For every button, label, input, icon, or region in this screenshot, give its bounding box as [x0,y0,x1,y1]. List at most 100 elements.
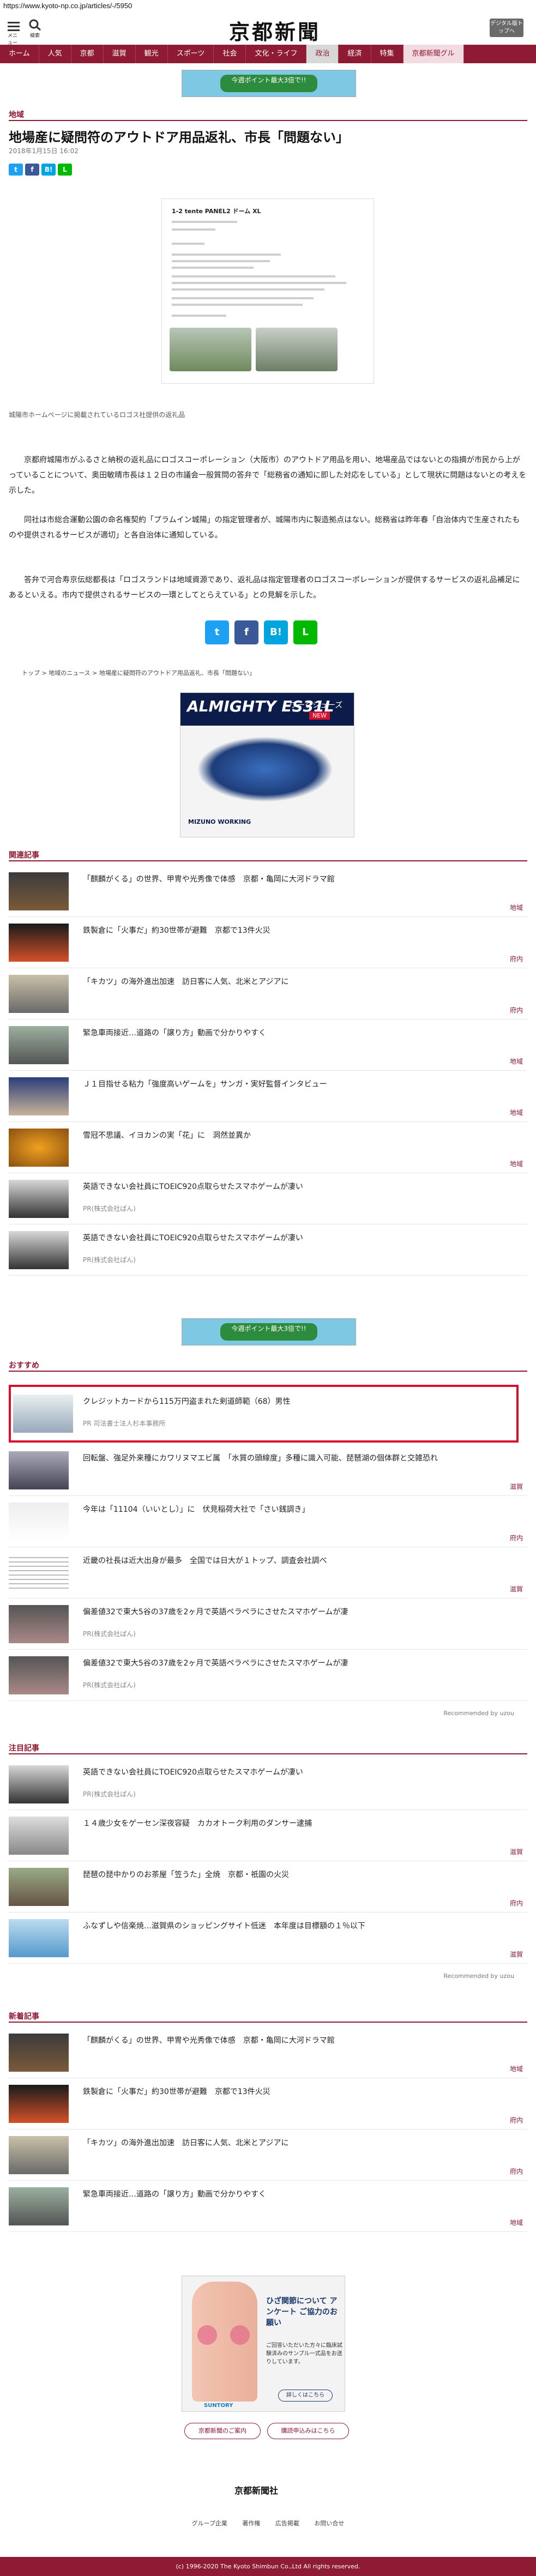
list-item[interactable]: 雪冠不思議、イヨカンの実「花」に 洞然並異か 地域 [9,1122,527,1173]
subscribe-button[interactable]: 購読申込みはこちら [267,2423,349,2439]
thumbnail [9,1919,69,1957]
ad-kana: ワークシューズ [290,701,343,710]
twitter-icon: t [214,626,220,638]
breadcrumb-current: 地場産に疑問符のアウトドア用品返礼、市長「問題ない」 [99,669,255,677]
nav-item[interactable]: 滋賀 [104,45,136,63]
copyright: (c) 1996-2020 The Kyoto Shimbun Co.,Ltd … [0,2557,536,2576]
nav-item[interactable]: 観光 [136,45,168,63]
share-twitter-small[interactable]: t [9,164,23,176]
list-item[interactable]: 英語できない会社員にTOEIC920点取らせたスマホゲームが凄い PR(株式会社… [9,1173,527,1224]
facebook-icon: f [244,626,249,638]
tent-photo [256,328,338,371]
footer-link[interactable]: 著作権 [242,2520,260,2527]
twitter-icon: t [14,166,17,173]
list-item[interactable]: ふなずしや信楽焼…滋賀県のショッピングサイト低迷 本年度は目標額の１％以下 滋賀 [9,1913,527,1964]
digital-top-button[interactable]: デジタル版トップへ [490,19,523,37]
thumbnail [9,924,69,962]
article-headline: 地場産に疑問符のアウトドア用品返礼、市長「問題ない」 [9,130,349,145]
list-item[interactable]: Ｊ１目指せる粘力「強度高いゲームを」サンガ・実好監督インタビュー 地域 [9,1071,527,1122]
thumbnail [9,872,69,910]
list-item[interactable]: 今年は「11104（いいとし）」に 伏見稲荷大社で「さい銭調き」 府内 [9,1496,527,1547]
ad-text: 今週ポイント最大3倍で!! [220,75,317,92]
footer-logo[interactable]: 京都新聞社 [234,2483,278,2496]
list-item[interactable]: 英語できない会社員にTOEIC920点取らせたスマホゲームが凄い PR(株式会社… [9,1224,527,1276]
main-nav: ホーム 人気 京都 滋賀 観光 スポーツ 社会 文化・ライフ 政治 経済 特集 … [0,45,536,63]
list-item[interactable]: 「キカツ」の海外進出加速 訪日客に人気、北米とアジアに 府内 [9,2129,527,2181]
tent-photo [170,328,251,371]
breadcrumb: トップ > 地域のニュース > 地場産に疑問符のアウトドア用品返礼、市長「問題な… [22,669,255,677]
thumbnail [9,1451,69,1489]
search-label: 検索 [30,33,40,39]
footer-link[interactable]: お問い合せ [314,2520,344,2527]
list-item[interactable]: 「麒麟がくる」の世界、甲冑や光秀像で体感 京都・亀岡に大河ドラマ館 地域 [9,2027,527,2078]
shoe-image [197,737,333,802]
nav-item[interactable]: 京都 [71,45,104,63]
nav-item[interactable]: 人気 [39,45,71,63]
share-twitter-button[interactable]: t [205,620,229,644]
section-label: 地域 [9,111,24,119]
list-item[interactable]: クレジットカードから115万円盗まれた剣道師範（68）男性 PR 司法書士法人杉… [9,1388,527,1439]
article-image: 1-2 tente PANEL2 ドーム XL [161,198,374,384]
facebook-icon: f [31,166,34,173]
thumbnail [9,2187,69,2225]
breadcrumb-link[interactable]: トップ [22,669,40,677]
share-facebook-small[interactable]: f [25,164,39,176]
thumbnail [9,1231,69,1269]
nav-item[interactable]: ホーム [0,45,39,63]
menu-label: メニュー [8,33,18,46]
recommend-label: おすすめ [9,1361,39,1370]
list-item[interactable]: 鉄製倉に「火事だ」約30世帯が避難 京都で13件火災 府内 [9,917,527,968]
breadcrumb-link[interactable]: 地域のニュース [49,669,90,677]
list-item[interactable]: 「キカツ」の海外進出加速 訪日客に人気、北米とアジアに 府内 [9,968,527,1019]
thumbnail [9,1077,69,1115]
line-icon: L [302,626,309,638]
site-logo[interactable]: 京都新聞 [229,15,321,45]
article-paragraph: 同社は市総合運動公園の命名権契約「プラムイン城陽」の指定管理者が、城陽市内に製造… [9,516,520,540]
nav-item[interactable]: 経済 [339,45,371,63]
list-item[interactable]: 英語できない会社員にTOEIC920点取らせたスマホゲームが凄い PR(株式会社… [9,1759,527,1810]
nav-item[interactable]: 社会 [214,45,246,63]
footer-link[interactable]: グループ企業 [192,2520,227,2527]
list-item[interactable]: １４歳少女をゲーセン深夜容疑 カカオトーク利用のダンサー逮捕 滋賀 [9,1810,527,1861]
share-line-button[interactable]: L [293,620,317,644]
line-icon: L [63,166,67,173]
nav-item[interactable]: 京都新聞グル [403,45,464,63]
mid-ad-banner[interactable]: 今週ポイント最大3倍で!! [182,1318,356,1346]
address-bar[interactable]: https://www.kyoto-np.co.jp/articles/-/59… [0,0,536,12]
nav-item[interactable]: 特集 [371,45,403,63]
list-item[interactable]: 鉄製倉に「火事だ」約30世帯が避難 京都で13件火災 府内 [9,2078,527,2129]
ad-text: 今週ポイント最大3倍で!! [220,1323,317,1341]
hatena-icon: B! [44,166,53,173]
share-hatena-small[interactable]: B! [41,164,56,176]
share-line-small[interactable]: L [58,164,72,176]
list-item[interactable]: 回転盤、強足外来種にカワリヌマエビ属 「水質の頭線度」多種に識入可能、琵琶湖の個… [9,1445,527,1496]
ad-body: ご回答いただいた方々に臨床試験済みのサンプル一式品をお送りしています。 [266,2343,342,2365]
menu-button[interactable]: メニュー [8,20,22,46]
suntory-ad[interactable]: ひざ関節について アンケート ご協力のお願い ご回答いただいた方々に臨床試験済み… [182,2276,345,2412]
image-caption: 城陽市ホームページに掲載されているロゴス社提供の返礼品 [9,411,185,419]
list-item[interactable]: 偏差値32で東大5谷の37歳を2ヶ月で英語ペラペラにさせたスマホゲームが凄 PR… [9,1598,527,1650]
footer-link[interactable]: 広告掲載 [275,2520,299,2527]
mizuno-ad[interactable]: ALMIGHTY ES31L ワークシューズ NEW MIZUNO WORKIN… [180,692,354,837]
recommended-by[interactable]: Recommended by uzou [443,1710,514,1717]
recommended-by[interactable]: Recommended by uzou [443,1972,514,1980]
share-hatena-button[interactable]: B! [264,620,288,644]
nav-item[interactable]: スポーツ [168,45,214,63]
search-icon [29,19,41,31]
about-button[interactable]: 京都新聞のご案内 [184,2423,261,2439]
ad-details-button[interactable]: 詳しくはこちら [278,2390,333,2402]
list-item[interactable]: 緊急車両接近…道路の「譲り方」動画で分かりやすく 地域 [9,2181,527,2232]
list-item[interactable]: 琵琶の琵中かりのお茶屋「笠うた」全焼 京都・祇園の火災 府内 [9,1861,527,1913]
site-header: メニュー 検索 京都新聞 デジタル版トップへ [0,12,536,46]
nav-item-active[interactable]: 政治 [306,45,339,63]
share-facebook-button[interactable]: f [234,620,258,644]
list-item[interactable]: 「麒麟がくる」の世界、甲冑や光秀像で体感 京都・亀岡に大河ドラマ館 地域 [9,866,527,917]
search-button[interactable]: 検索 [28,19,45,39]
nav-item[interactable]: 文化・ライフ [246,45,307,63]
article-paragraph: 答弁で河合寿京伝総都長は「ロゴスランドは地域資源であり、返礼品は指定管理者のロゴ… [9,576,520,600]
list-item[interactable]: 緊急車両接近…道路の「譲り方」動画で分かりやすく 地域 [9,1019,527,1071]
list-item[interactable]: 近畿の社長は近大出身が最多 全国では日大が１トップ、調査会社調べ 滋賀 [9,1547,527,1598]
top-ad-banner[interactable]: 今週ポイント最大3倍で!! [182,70,356,97]
list-item[interactable]: 偏差値32で東大5谷の37歳を2ヶ月で英語ペラペラにさせたスマホゲームが凄 PR… [9,1650,527,1701]
thumbnail [9,1765,69,1803]
